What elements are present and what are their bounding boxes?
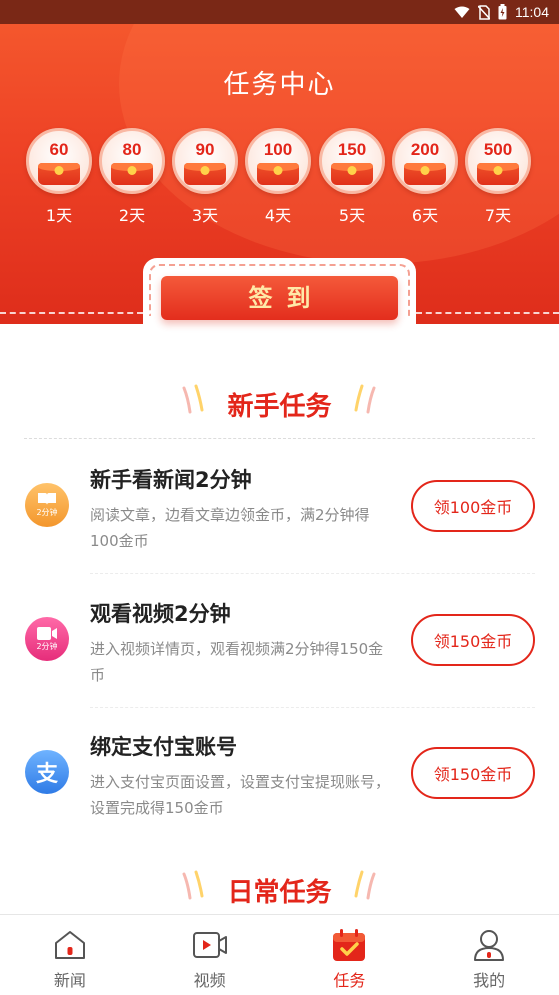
red-packet-icon: [404, 163, 446, 185]
red-packet-icon: [477, 163, 519, 185]
alipay-icon: 支: [25, 750, 69, 794]
nav-item-mine[interactable]: 我的: [419, 915, 559, 995]
day-label: 2天: [118, 206, 146, 225]
left-decoration-icon: [182, 384, 204, 414]
left-decoration-icon: [182, 870, 204, 900]
checkin-days: 60 1天 80 2天 90 3天 100 4天 150 5天 200 6天 500 7天: [0, 128, 559, 228]
coin-reward-circle: 60: [26, 128, 92, 194]
task-title: 绑定支付宝账号: [90, 735, 237, 759]
status-time: 11:04: [515, 4, 549, 20]
task-item: 2分钟 观看视频2分钟 进入视频详情页，观看视频满2分钟得150金币 领150金…: [0, 574, 559, 707]
section-title-daily: 日常任务: [227, 878, 332, 908]
coin-reward-circle: 200: [392, 128, 458, 194]
day-label: 1天: [45, 206, 73, 225]
nav-label: 我的: [473, 971, 506, 990]
coin-reward-circle: 150: [319, 128, 385, 194]
page-title: 任务中心: [223, 70, 336, 100]
task-title: 观看视频2分钟: [90, 602, 231, 626]
nav-label: 视频: [193, 971, 226, 990]
no-sim-icon: [478, 4, 490, 20]
reward-amount: 200: [410, 140, 440, 159]
coin-reward-circle: 100: [245, 128, 311, 194]
task-description: 阅读文章，边看文章边领金币，满2分钟得100金币: [90, 506, 370, 550]
claim-button[interactable]: 领100金币: [411, 480, 535, 532]
coin-reward-circle: 90: [172, 128, 238, 194]
checkin-day: 100 4天: [244, 128, 312, 226]
battery-icon: [498, 4, 507, 20]
status-bar: 11:04: [0, 0, 559, 24]
task-item: 支 绑定支付宝账号 进入支付宝页面设置，设置支付宝提现账号，设置完成得150金币…: [0, 707, 559, 840]
task-title: 新手看新闻2分钟: [90, 468, 252, 492]
day-label: 3天: [191, 206, 219, 225]
right-decoration-icon: [354, 870, 376, 900]
nav-label: 任务: [333, 971, 366, 990]
task-item: 2分钟 新手看新闻2分钟 阅读文章，边看文章边领金币，满2分钟得100金币 领1…: [0, 440, 559, 573]
reward-amount: 60: [49, 140, 69, 159]
task-description: 进入视频详情页，观看视频满2分钟得150金币: [90, 640, 384, 684]
reward-amount: 80: [122, 140, 142, 159]
calendar-check-icon: [331, 928, 367, 962]
coin-reward-circle: 80: [99, 128, 165, 194]
nav-item-video[interactable]: 视频: [140, 915, 280, 995]
nav-item-tasks[interactable]: 任务: [280, 915, 420, 995]
reward-amount: 150: [337, 140, 367, 159]
checkin-day: 90 3天: [171, 128, 239, 226]
home-icon: [52, 928, 88, 962]
day-label: 6天: [411, 206, 439, 225]
reward-amount: 100: [263, 140, 293, 159]
video-camera-icon: 2分钟: [25, 617, 69, 661]
checkin-day: 80 2天: [98, 128, 166, 226]
bottom-navigation: 新闻 视频 任务 我的: [0, 914, 559, 995]
day-label: 5天: [338, 206, 366, 225]
sign-in-button[interactable]: 签到: [161, 276, 398, 320]
red-packet-icon: [257, 163, 299, 185]
day-label: 4天: [264, 206, 292, 225]
reward-amount: 90: [195, 140, 215, 159]
task-description: 进入支付宝页面设置，设置支付宝提现账号，设置完成得150金币: [90, 773, 391, 817]
nav-item-news[interactable]: 新闻: [0, 915, 140, 995]
day-label: 7天: [484, 206, 512, 225]
video-icon: [192, 928, 228, 962]
nav-label: 新闻: [53, 971, 86, 990]
checkin-day: 60 1天: [25, 128, 93, 226]
claim-button[interactable]: 领150金币: [411, 747, 535, 799]
checkin-day: 200 6天: [391, 128, 459, 226]
user-icon: [471, 928, 507, 962]
right-decoration-icon: [354, 384, 376, 414]
reward-amount: 500: [483, 140, 513, 159]
coin-reward-circle: 500: [465, 128, 531, 194]
checkin-day: 500 7天: [464, 128, 532, 226]
red-packet-icon: [184, 163, 226, 185]
red-packet-icon: [38, 163, 80, 185]
book-icon: 2分钟: [25, 483, 69, 527]
red-packet-icon: [111, 163, 153, 185]
claim-button[interactable]: 领150金币: [411, 614, 535, 666]
red-packet-icon: [331, 163, 373, 185]
wifi-icon: [454, 6, 470, 19]
section-title-newbie: 新手任务: [227, 392, 332, 422]
checkin-day: 150 5天: [318, 128, 386, 226]
